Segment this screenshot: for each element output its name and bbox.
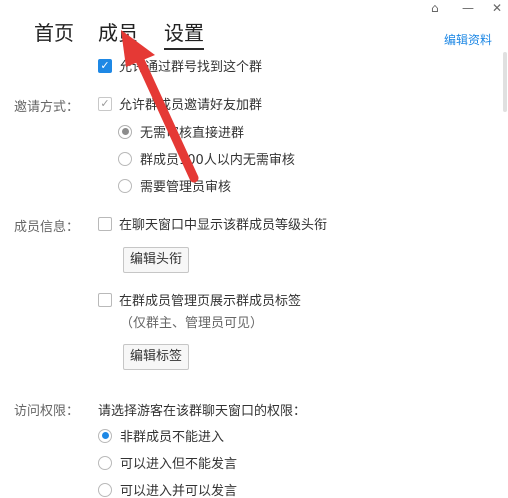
access-prompt: 请选择游客在该群聊天窗口的权限： — [98, 404, 307, 419]
allow-invite-label: 允许群成员邀请好友加群 — [119, 98, 263, 113]
access-option-can-speak-radio[interactable] — [98, 482, 112, 497]
show-tag-label: 在群成员管理页展示群成员标签 — [119, 294, 302, 309]
show-level-checkbox[interactable] — [98, 216, 112, 231]
access-option-read-only-radio[interactable] — [98, 455, 112, 470]
tab-members[interactable]: 成员 — [98, 20, 138, 46]
close-icon[interactable]: ✕ — [492, 1, 502, 15]
show-tag-checkbox[interactable] — [98, 292, 112, 307]
search-by-number-checkbox[interactable]: ✓ — [98, 58, 112, 73]
scrollbar-thumb[interactable] — [503, 52, 507, 112]
invite-option-under-100-label: 群成员100人以内无需审核 — [140, 153, 295, 168]
invite-option-admin-review[interactable]: 需要管理员审核 — [118, 176, 231, 195]
show-level-label: 在聊天窗口中显示该群成员等级头衔 — [119, 218, 328, 233]
access-option-no-entry-label: 非群成员不能进入 — [120, 430, 225, 445]
access-option-read-only-label: 可以进入但不能发言 — [120, 457, 238, 472]
tag-visibility-hint: （仅群主、管理员可见） — [120, 316, 264, 331]
invite-section-label: 邀请方式： — [14, 100, 80, 115]
tab-home[interactable]: 首页 — [34, 20, 74, 46]
access-section-label: 访问权限： — [14, 404, 80, 419]
skin-icon[interactable]: ⌂ — [431, 1, 439, 15]
invite-option-direct-label: 无需审核直接进群 — [140, 126, 245, 141]
invite-option-direct[interactable]: 无需审核直接进群 — [118, 122, 244, 141]
top-bar: 首页 成员 设置 编辑资料 ⌂ — ✕ — [0, 0, 508, 52]
search-by-number-row[interactable]: ✓ 允许通过群号找到这个群 — [98, 56, 262, 75]
invite-option-direct-radio[interactable] — [118, 124, 132, 139]
access-option-no-entry[interactable]: 非群成员不能进入 — [98, 426, 224, 445]
tab-settings[interactable]: 设置 — [164, 20, 204, 50]
invite-option-admin-review-label: 需要管理员审核 — [140, 180, 232, 195]
invite-option-under-100-radio[interactable] — [118, 151, 132, 166]
edit-title-button[interactable]: 编辑头衔 — [123, 247, 190, 273]
allow-invite-row: ✓ 允许群成员邀请好友加群 — [98, 94, 262, 113]
access-option-no-entry-radio[interactable] — [98, 428, 112, 443]
edit-tag-button[interactable]: 编辑标签 — [123, 344, 190, 370]
scrollbar[interactable] — [502, 52, 508, 498]
invite-option-under-100[interactable]: 群成员100人以内无需审核 — [118, 149, 295, 168]
invite-option-admin-review-radio[interactable] — [118, 178, 132, 193]
search-by-number-label: 允许通过群号找到这个群 — [119, 60, 263, 75]
access-option-can-speak-label: 可以进入并可以发言 — [120, 484, 238, 498]
access-option-can-speak[interactable]: 可以进入并可以发言 — [98, 480, 237, 498]
access-option-read-only[interactable]: 可以进入但不能发言 — [98, 453, 237, 472]
member-info-section-label: 成员信息： — [14, 220, 80, 235]
minimize-icon[interactable]: — — [462, 1, 474, 15]
edit-profile-link[interactable]: 编辑资料 — [444, 31, 492, 48]
allow-invite-checkbox: ✓ — [98, 96, 112, 111]
show-level-row[interactable]: 在聊天窗口中显示该群成员等级头衔 — [98, 214, 327, 233]
show-tag-row[interactable]: 在群成员管理页展示群成员标签 — [98, 290, 301, 309]
